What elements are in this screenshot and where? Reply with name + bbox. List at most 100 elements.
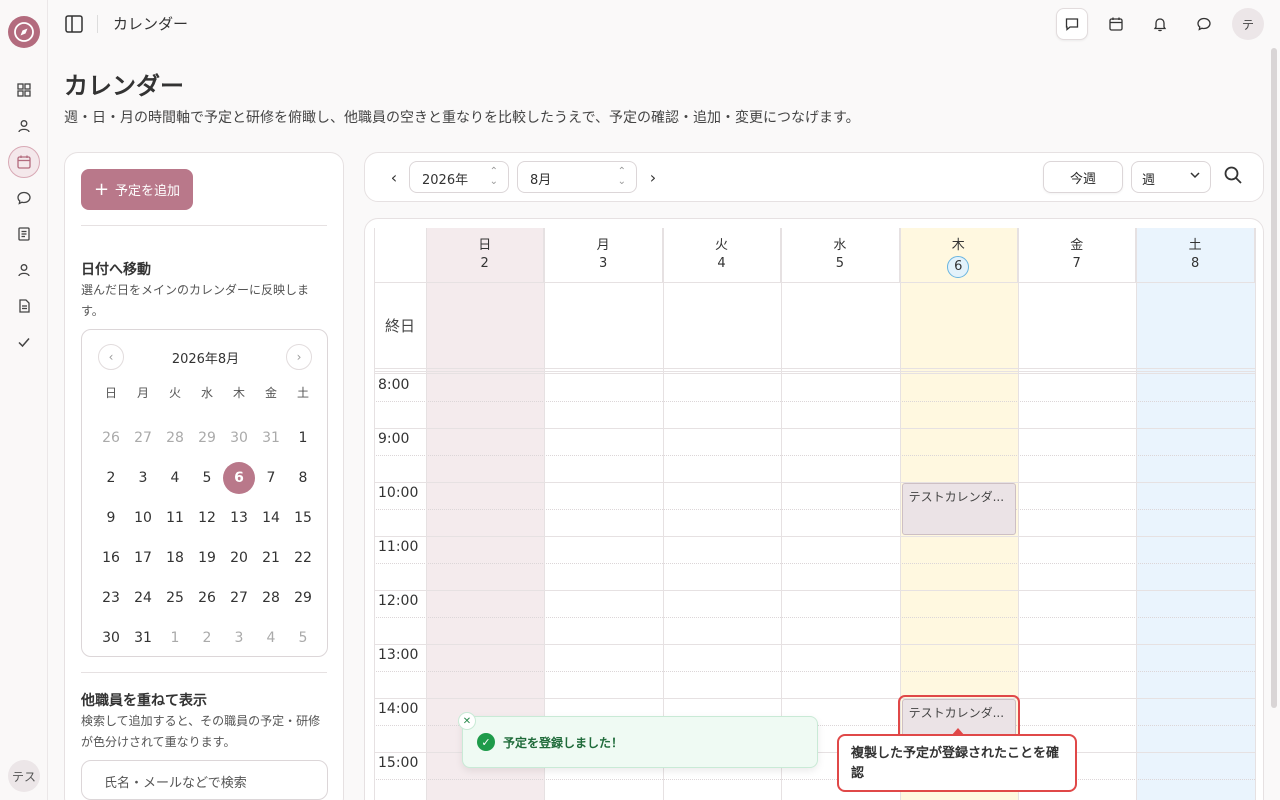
mini-calendar-day[interactable]: 30 xyxy=(95,618,127,658)
mini-calendar-day[interactable]: 31 xyxy=(127,618,159,658)
chevron-right-icon[interactable]: › xyxy=(286,344,312,370)
chat-icon[interactable] xyxy=(8,182,40,214)
mini-calendar-day[interactable]: 29 xyxy=(191,418,223,458)
scrollbar[interactable] xyxy=(1271,48,1277,708)
chat-bubble-icon[interactable] xyxy=(1188,8,1220,40)
view-value: 週 xyxy=(1142,173,1156,188)
view-select[interactable]: 週 xyxy=(1131,161,1211,193)
overlay-description: 検索して追加すると、その職員の予定・研修が色分けされて重なります。 xyxy=(81,714,321,749)
sidebar-toggle-icon[interactable] xyxy=(62,12,86,36)
mini-calendar-day[interactable]: 29 xyxy=(287,578,319,618)
this-week-button[interactable]: 今週 xyxy=(1043,161,1123,193)
chevron-updown-icon: ⌃ ⌄ xyxy=(617,166,626,187)
grid-line xyxy=(374,644,1255,645)
staff-search-input[interactable]: 氏名・メールなどで検索 xyxy=(81,760,328,800)
calendar-icon[interactable] xyxy=(1100,8,1132,40)
mini-calendar-day[interactable]: 27 xyxy=(127,418,159,458)
mini-calendar-day[interactable]: 28 xyxy=(255,578,287,618)
grid-line xyxy=(374,590,1255,591)
document-icon[interactable] xyxy=(8,290,40,322)
mini-calendar-day[interactable]: 3 xyxy=(127,458,159,498)
mini-calendar-day[interactable]: 5 xyxy=(191,458,223,498)
calendar-icon[interactable] xyxy=(8,146,40,178)
mini-calendar-day[interactable]: 11 xyxy=(159,498,191,538)
message-square-icon[interactable] xyxy=(1056,8,1088,40)
grid-line xyxy=(374,371,1255,372)
divider xyxy=(97,15,98,33)
mini-calendar-day[interactable]: 4 xyxy=(255,618,287,658)
mini-calendar-day[interactable]: 12 xyxy=(191,498,223,538)
day-header[interactable]: 日2 xyxy=(426,228,545,282)
search-icon[interactable] xyxy=(1223,165,1247,189)
mini-calendar-day[interactable]: 20 xyxy=(223,538,255,578)
mini-calendar-day[interactable]: 26 xyxy=(95,418,127,458)
mini-calendar-day[interactable]: 24 xyxy=(127,578,159,618)
day-header[interactable]: 木6 xyxy=(900,228,1018,282)
app-logo[interactable] xyxy=(8,16,40,48)
mini-calendar-day[interactable]: 2 xyxy=(191,618,223,658)
grid-line xyxy=(899,228,901,800)
mini-calendar-day[interactable]: 14 xyxy=(255,498,287,538)
mini-calendar-day[interactable]: 1 xyxy=(159,618,191,658)
mini-calendar-day[interactable]: 6 xyxy=(223,458,255,498)
notebook-icon[interactable] xyxy=(8,218,40,250)
day-name: 水 xyxy=(833,238,847,253)
mini-calendar-day[interactable]: 26 xyxy=(191,578,223,618)
mini-calendar-grid: 日月火水木金土 26 27 28 29 30 31 1 2 3 4 5 6 7 8 9 10 11 12 13 14 15… xyxy=(95,378,319,658)
mini-calendar-day[interactable]: 28 xyxy=(159,418,191,458)
mini-calendar-day[interactable]: 7 xyxy=(255,458,287,498)
user-icon[interactable] xyxy=(8,254,40,286)
mini-calendar-day[interactable]: 1 xyxy=(287,418,319,458)
mini-calendar-day[interactable]: 19 xyxy=(191,538,223,578)
day-header[interactable]: 月3 xyxy=(544,228,663,282)
mini-calendar-day[interactable]: 18 xyxy=(159,538,191,578)
calendar-event[interactable]: テストカレンダ... xyxy=(901,483,1016,535)
mini-calendar-day[interactable]: 31 xyxy=(255,418,287,458)
close-icon[interactable]: ✕ xyxy=(458,712,476,730)
day-date: 5 xyxy=(835,256,845,271)
mini-calendar-day[interactable]: 16 xyxy=(95,538,127,578)
mini-calendar-day[interactable]: 9 xyxy=(95,498,127,538)
mini-calendar-day[interactable]: 3 xyxy=(223,618,255,658)
mini-calendar-day[interactable]: 4 xyxy=(159,458,191,498)
day-name: 日 xyxy=(478,238,492,253)
mini-calendar-day[interactable]: 25 xyxy=(159,578,191,618)
day-header[interactable]: 火4 xyxy=(663,228,782,282)
grid-line xyxy=(781,228,783,800)
add-event-button[interactable]: + 予定を追加 xyxy=(81,169,193,210)
time-label: 13:00 xyxy=(378,647,419,663)
mini-calendar-day[interactable]: 27 xyxy=(223,578,255,618)
app-rail: テス xyxy=(0,0,48,800)
mini-calendar-day[interactable]: 8 xyxy=(287,458,319,498)
chevron-left-icon[interactable]: ‹ xyxy=(382,165,406,189)
rail-avatar[interactable]: テス xyxy=(8,760,40,792)
check-icon[interactable] xyxy=(8,326,40,358)
divider xyxy=(81,225,327,226)
chevron-right-icon[interactable]: › xyxy=(641,165,665,189)
day-header[interactable]: 水5 xyxy=(781,228,900,282)
mini-calendar-day[interactable]: 30 xyxy=(223,418,255,458)
day-header[interactable]: 土8 xyxy=(1136,228,1255,282)
toast-message: 予定を登録しました！ xyxy=(503,736,624,750)
page-description: 週・日・月の時間軸で予定と研修を俯瞰し、他職員の空きと重なりを比較したうえで、予… xyxy=(64,110,860,126)
grid-line xyxy=(374,282,1255,283)
mini-calendar-day[interactable]: 21 xyxy=(255,538,287,578)
grid-line xyxy=(374,536,1255,537)
mini-calendar-day[interactable]: 10 xyxy=(127,498,159,538)
user-icon[interactable] xyxy=(8,110,40,142)
bell-icon[interactable] xyxy=(1144,8,1176,40)
mini-calendar-day[interactable]: 2 xyxy=(95,458,127,498)
year-select[interactable]: 2026年 ⌃ ⌄ xyxy=(409,161,509,193)
mini-calendar-day[interactable]: 23 xyxy=(95,578,127,618)
day-header[interactable]: 金7 xyxy=(1018,228,1137,282)
mini-calendar-day[interactable]: 5 xyxy=(287,618,319,658)
dashboard-icon[interactable] xyxy=(8,74,40,106)
day-name: 土 xyxy=(1188,238,1202,253)
user-avatar[interactable]: テ xyxy=(1232,8,1264,40)
mini-calendar-day[interactable]: 17 xyxy=(127,538,159,578)
mini-calendar-day[interactable]: 15 xyxy=(287,498,319,538)
month-select[interactable]: 8月 ⌃ ⌄ xyxy=(517,161,637,193)
mini-calendar-day[interactable]: 22 xyxy=(287,538,319,578)
mini-calendar-day[interactable]: 13 xyxy=(223,498,255,538)
weekday-label: 火 xyxy=(168,385,181,400)
